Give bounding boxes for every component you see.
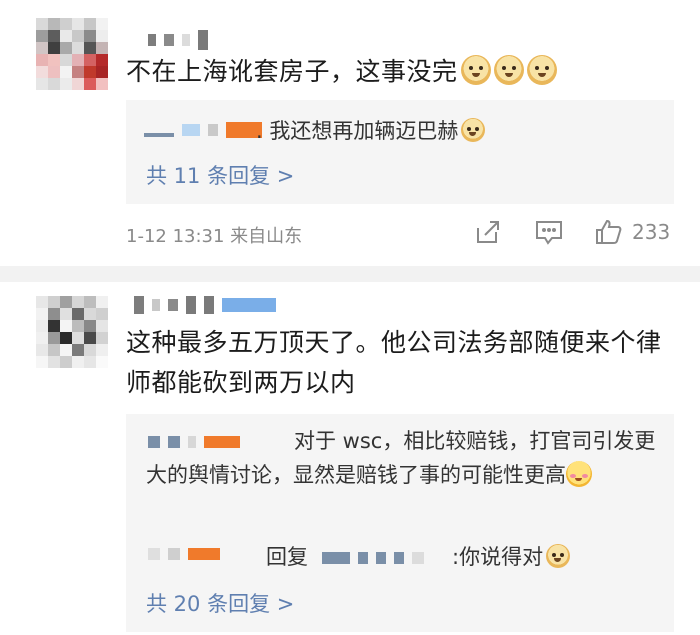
reply-item: :你说得对: [452, 540, 571, 574]
more-replies-link[interactable]: 共 20 条回复 >: [146, 588, 294, 618]
comment-text: 这种最多五万顶天了。他公司法务部随便来个律师都能砍到两万以内: [126, 328, 662, 397]
blush-emoji: [566, 461, 592, 487]
username-masked[interactable]: [322, 552, 424, 564]
avatar[interactable]: [36, 296, 108, 368]
comment-item: 这种最多五万顶天了。他公司法务部随便来个律师都能砍到两万以内 对于 wsc，相比…: [0, 0, 700, 632]
reply-box: 对于 wsc，相比较赔钱，打官司引发更大的舆情讨论，显然是赔钱了事的可能性更高 …: [126, 414, 674, 632]
reply-text: :你说得对: [452, 545, 544, 569]
username-masked[interactable]: [134, 296, 276, 314]
dog-emoji: [546, 544, 571, 568]
reply-prefix: 回复: [266, 545, 308, 569]
reply-item: 回复: [266, 540, 308, 574]
reply-item: 对于 wsc，相比较赔钱，打官司引发更大的舆情讨论，显然是赔钱了事的可能性更高: [146, 424, 656, 492]
username-masked[interactable]: [148, 548, 220, 560]
